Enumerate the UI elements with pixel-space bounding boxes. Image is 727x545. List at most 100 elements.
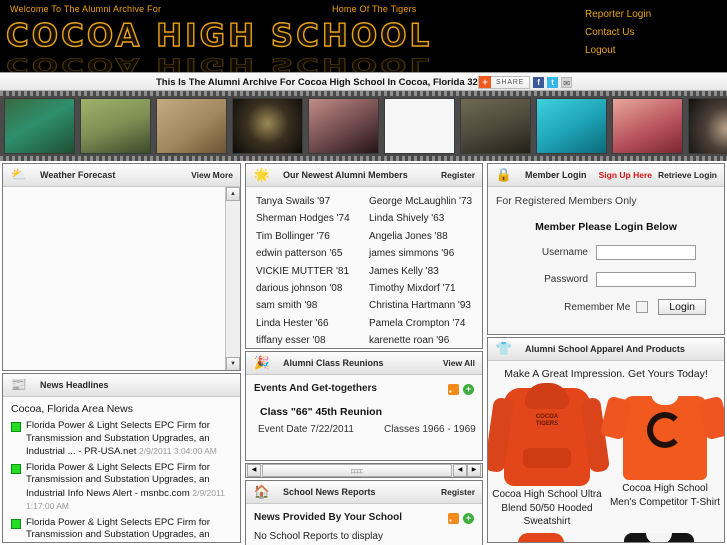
rss-icon[interactable] — [448, 384, 459, 395]
news-bullet-icon — [11, 463, 21, 474]
alumni-member-name[interactable]: Tanya Swails '97 — [256, 193, 369, 210]
remember-me-checkbox[interactable] — [636, 301, 649, 313]
filmstrip-photo[interactable] — [156, 98, 227, 154]
alumni-member-name[interactable]: karenette roan '96 — [369, 332, 482, 348]
login-panel-body: For Registered Members Only Member Pleas… — [488, 187, 724, 334]
news-list-item[interactable]: Florida Power & Light Selects EPC Firm f… — [3, 461, 240, 516]
alumni-member-name[interactable]: VICKIE MUTTER '81 — [256, 263, 369, 280]
reunion-event-title[interactable]: Class "66" 45th Reunion — [246, 394, 482, 418]
sign-up-here-link[interactable]: Sign Up Here — [599, 170, 652, 180]
alumni-member-name[interactable]: James Kelly '83 — [369, 263, 482, 280]
news-item-date: 2/9/2011 3:04:00 AM — [139, 446, 217, 456]
school-news-register-link[interactable]: Register — [441, 487, 475, 497]
alumni-member-name[interactable]: darious johnson '08 — [256, 280, 369, 297]
filmstrip-photo[interactable] — [612, 98, 683, 154]
news-panel-body: Cocoa, Florida Area News Florida Power &… — [3, 397, 240, 543]
weather-forecast-panel: ⛅ Weather Forecast View More ▲ ▼ ◀ ◀ ▶ — [2, 163, 241, 371]
filmstrip-photo[interactable] — [232, 98, 303, 154]
alumni-member-name[interactable]: Linda Hester '66 — [256, 315, 369, 332]
site-header: Welcome To The Alumni Archive For Home O… — [0, 0, 727, 72]
hooded-sweatshirt-image: COCOA TIGERS — [488, 383, 611, 486]
alumni-photo-filmstrip — [0, 91, 727, 161]
newest-alumni-panel: 🌟 Our Newest Alumni Members Register Tan… — [245, 163, 483, 349]
sleeve-right — [697, 395, 724, 441]
filmstrip-photo[interactable] — [688, 98, 727, 154]
login-panel-header: 🔒 Member Login Sign Up Here Retrieve Log… — [488, 164, 724, 187]
alumni-member-name[interactable]: Tim Bollinger '76 — [256, 228, 369, 245]
username-input[interactable] — [596, 245, 696, 260]
apparel-panel-header: 👕 Alumni School Apparel And Products — [488, 338, 724, 361]
scroll-right-arrow-icon[interactable]: ▶ — [467, 464, 481, 477]
nav-logout[interactable]: Logout — [577, 42, 727, 60]
reunion-event-meta: Event Date 7/22/2011 Classes 1966 - 1969 — [246, 418, 482, 435]
email-icon[interactable]: ✉ — [561, 76, 573, 88]
weather-vertical-scrollbar[interactable]: ▲ ▼ — [225, 187, 240, 370]
school-news-feed-actions: + — [448, 513, 474, 524]
password-label: Password — [544, 274, 588, 285]
news-bullet-icon — [11, 422, 21, 432]
scroll-up-arrow-icon[interactable]: ▲ — [226, 187, 240, 201]
alumni-member-name[interactable]: Pamela Crompton '74 — [369, 315, 482, 332]
filmstrip-photo[interactable] — [536, 98, 607, 154]
scroll-thumb[interactable] — [262, 464, 452, 477]
alumni-member-name[interactable]: edwin patterson '65 — [256, 245, 369, 262]
sleeve-left — [599, 395, 633, 441]
product-thumb-partial[interactable] — [518, 532, 564, 542]
news-list-item[interactable]: Florida Power & Light Selects EPC Firm f… — [3, 516, 240, 543]
filmstrip-photo[interactable] — [308, 98, 379, 154]
alumni-member-name[interactable]: tiffany esser '08 — [256, 332, 369, 348]
password-input[interactable] — [596, 272, 696, 287]
news-list-item[interactable]: Florida Power & Light Selects EPC Firm f… — [3, 419, 240, 461]
reunions-panel-title: Alumni Class Reunions — [283, 358, 384, 368]
filmstrip-photo[interactable] — [80, 98, 151, 154]
product-thumb-partial[interactable] — [624, 532, 694, 542]
school-news-panel: 🏠 School News Reports Register News Prov… — [245, 480, 483, 545]
scroll-left-arrow-icon-2[interactable]: ◀ — [453, 464, 467, 477]
login-button[interactable]: Login — [658, 299, 706, 315]
filmstrip-photo[interactable] — [460, 98, 531, 154]
nav-contact-us[interactable]: Contact Us — [577, 24, 727, 42]
retrieve-login-link[interactable]: Retrieve Login — [658, 170, 717, 180]
filmstrip-photo[interactable] — [384, 98, 455, 154]
alumni-member-name[interactable]: Angelia Jones '88 — [369, 228, 482, 245]
tshirt-icon: 👕 — [495, 341, 513, 356]
weather-view-more-link[interactable]: View More — [191, 170, 233, 180]
rss-icon[interactable] — [448, 513, 459, 524]
alumni-member-name[interactable]: james simmons '96 — [369, 245, 482, 262]
share-widget[interactable]: + SHARE f t ✉ — [478, 75, 573, 89]
alumni-member-name[interactable]: sam smith '98 — [256, 297, 369, 314]
tiger-c-logo-icon — [647, 412, 683, 448]
share-button[interactable]: + SHARE — [478, 75, 531, 89]
add-plus-icon[interactable]: + — [463, 384, 474, 395]
scroll-down-arrow-icon[interactable]: ▼ — [226, 357, 240, 370]
news-headlines-panel: 📰 News Headlines Cocoa, Florida Area New… — [2, 373, 241, 543]
remember-me-label: Remember Me — [564, 301, 631, 313]
apparel-panel-body: Make A Great Impression. Get Yours Today… — [488, 361, 724, 542]
news-panel-header: 📰 News Headlines — [3, 374, 240, 397]
product-card[interactable]: Cocoa High School Men's Competitor T-Shi… — [599, 384, 724, 529]
alumni-member-name[interactable]: Linda Shively '63 — [369, 210, 482, 227]
facebook-icon[interactable]: f — [533, 76, 545, 88]
share-plus-icon: + — [479, 76, 491, 88]
reunions-view-all-link[interactable]: View All — [443, 358, 475, 368]
center-horizontal-scrollbar[interactable]: ◀ ◀ ▶ — [245, 463, 483, 478]
product-card[interactable]: COCOA TIGERS Cocoa High School Ultra Ble… — [488, 383, 611, 529]
weather-panel-body: ▲ ▼ — [3, 187, 240, 370]
alumni-member-name[interactable]: Timothy Mixdorf '71 — [369, 280, 482, 297]
news-item-text: Florida Power & Light Selects EPC Firm f… — [26, 461, 225, 512]
news-item-text: Florida Power & Light Selects EPC Firm f… — [26, 516, 210, 543]
scroll-left-arrow-icon[interactable]: ◀ — [247, 464, 261, 477]
alumni-member-name[interactable]: Sherman Hodges '74 — [256, 210, 369, 227]
alumni-member-name[interactable]: George McLaughlin '73 — [369, 193, 482, 210]
username-row: Username — [488, 245, 724, 260]
filmstrip-photo[interactable] — [4, 98, 75, 154]
header-nav: Reporter Login Contact Us Logout — [577, 6, 727, 60]
school-news-panel-header: 🏠 School News Reports Register — [246, 481, 482, 504]
username-label: Username — [541, 247, 588, 258]
nav-reporter-login[interactable]: Reporter Login — [577, 6, 727, 24]
alumni-member-name[interactable]: Christina Hartmann '93 — [369, 297, 482, 314]
alumni-register-link[interactable]: Register — [441, 170, 475, 180]
twitter-icon[interactable]: t — [547, 76, 559, 88]
add-plus-icon[interactable]: + — [463, 513, 474, 524]
news-bullet-icon — [11, 518, 21, 529]
